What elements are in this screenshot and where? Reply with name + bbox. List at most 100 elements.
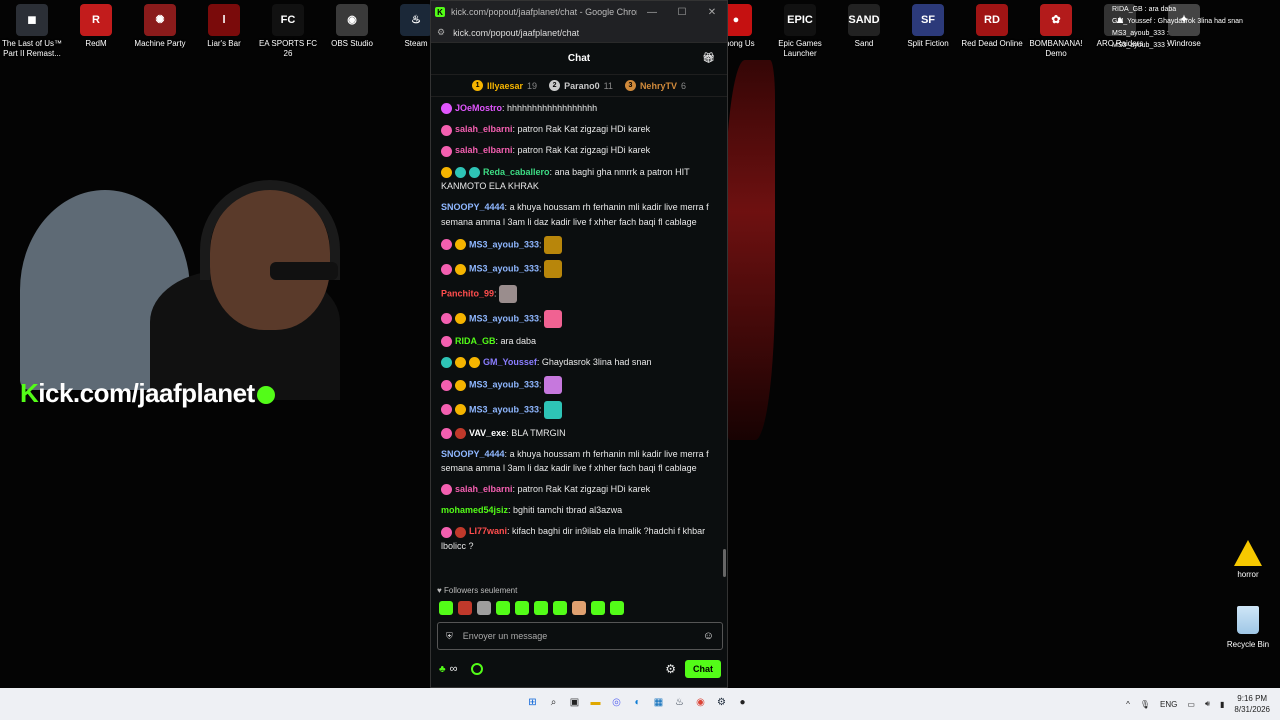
desktop-icon[interactable]: RD Red Dead Online (960, 4, 1024, 49)
user-badge-icon[interactable] (455, 313, 466, 325)
send-chat-button[interactable]: Chat (685, 660, 721, 678)
chevron-up-icon[interactable]: ^ (1126, 700, 1130, 709)
emote-icon[interactable] (544, 235, 563, 254)
volume-icon[interactable]: 🔊︎ (1205, 699, 1210, 709)
chrome-icon[interactable]: ◉ (692, 694, 709, 711)
chat-username[interactable]: Reda_caballero (483, 167, 550, 177)
chat-username[interactable]: MS3_ayoub_333 (469, 264, 539, 274)
quick-emote-icon[interactable] (496, 601, 510, 615)
user-badge-icon[interactable] (441, 239, 452, 251)
quick-emote-icon[interactable] (477, 601, 491, 615)
user-badge-icon[interactable] (441, 336, 452, 348)
user-badge-icon[interactable] (441, 357, 452, 369)
chat-input[interactable]: ⛨ Envoyer un message ☺ (437, 622, 723, 650)
chat-username[interactable]: GM_Youssef (483, 357, 537, 367)
user-badge-icon[interactable] (469, 357, 480, 369)
discord-icon[interactable]: ◎ (608, 694, 625, 711)
address-bar[interactable]: ⚙ kick.com/popout/jaafplanet/chat (431, 23, 727, 43)
chat-username[interactable]: salah_elbarni (455, 145, 513, 155)
chat-username[interactable]: JOeMostro (455, 103, 502, 113)
store-icon[interactable]: ▦ (650, 694, 667, 711)
user-badge-icon[interactable] (455, 404, 466, 416)
steam-taskbar-icon[interactable]: ⚙ (713, 694, 730, 711)
user-badge-icon[interactable] (441, 313, 452, 325)
site-info-icon[interactable]: ⚙ (437, 27, 445, 38)
rewards-icon[interactable] (471, 663, 484, 675)
minimize-button[interactable]: — (637, 7, 667, 18)
emote-icon[interactable] (499, 284, 518, 303)
user-badge-icon[interactable] (455, 526, 466, 538)
close-button[interactable]: ✕ (697, 7, 727, 18)
user-badge-icon[interactable] (441, 103, 452, 115)
kick-points-icon[interactable]: ♣ (439, 664, 446, 675)
user-badge-icon[interactable] (455, 166, 466, 178)
quick-emote-icon[interactable] (572, 601, 586, 615)
user-badge-icon[interactable] (441, 124, 452, 136)
user-badge-icon[interactable] (441, 166, 452, 178)
chat-username[interactable]: MS3_ayoub_333 (469, 404, 539, 414)
chat-username[interactable]: VAV_exe (469, 428, 506, 438)
desktop-icon-horror[interactable]: horror (1226, 540, 1270, 579)
quick-emote-icon[interactable] (458, 601, 472, 615)
chat-username[interactable]: Panchito_99 (441, 288, 494, 298)
battery-icon[interactable]: ▮ (1220, 700, 1224, 709)
desktop-icon-recycle-bin[interactable]: Recycle Bin (1222, 606, 1274, 649)
user-badge-icon[interactable] (455, 357, 466, 369)
user-badge-icon[interactable] (469, 166, 480, 178)
maximize-button[interactable]: ☐ (667, 7, 697, 18)
user-badge-icon[interactable] (441, 404, 452, 416)
desktop-icon[interactable]: EPIC Epic Games Launcher (768, 4, 832, 59)
user-badge-icon[interactable] (441, 145, 452, 157)
chat-scrollbar[interactable] (723, 549, 726, 577)
quick-emote-icon[interactable] (591, 601, 605, 615)
chat-username[interactable]: LI77wani (469, 526, 507, 536)
user-badge-icon[interactable] (441, 484, 452, 496)
user-badge-icon[interactable] (441, 263, 452, 275)
chat-username[interactable]: MS3_ayoub_333 (469, 239, 539, 249)
desktop-icon[interactable]: R RedM (64, 4, 128, 49)
desktop-icon[interactable]: ✿ BOMBANANA! Demo (1024, 4, 1088, 59)
leaderboard-entry[interactable]: 2 Parano0 11 (549, 80, 613, 91)
user-badge-icon[interactable] (441, 379, 452, 391)
user-badge-icon[interactable] (441, 526, 452, 538)
chat-username[interactable]: MS3_ayoub_333 (469, 380, 539, 390)
quick-emote-icon[interactable] (439, 601, 453, 615)
emoji-picker-icon[interactable]: ☺ (703, 630, 714, 642)
desktop-icon[interactable]: ◼ The Last of Us™ Part II Remast... (0, 4, 64, 59)
network-icon[interactable]: ▭ (1187, 700, 1195, 709)
emote-icon[interactable] (544, 260, 563, 279)
task-view-icon[interactable]: ▣ (566, 694, 583, 711)
clock[interactable]: 9:16 PM 8/31/2026 (1234, 693, 1270, 715)
title-bar[interactable]: K kick.com/popout/jaafplanet/chat - Goog… (431, 1, 727, 23)
emote-icon[interactable] (544, 400, 563, 419)
desktop-icon[interactable]: l Liar's Bar (192, 4, 256, 49)
chat-username[interactable]: MS3_ayoub_333 (469, 313, 539, 323)
user-badge-icon[interactable] (441, 427, 452, 439)
gift-icon[interactable]: 🎁︎ (702, 53, 715, 64)
chat-username[interactable]: SNOOPY_4444 (441, 449, 505, 459)
user-badge-icon[interactable] (455, 239, 466, 251)
quick-emote-icon[interactable] (610, 601, 624, 615)
language-indicator[interactable]: ENG (1160, 700, 1177, 709)
emote-icon[interactable] (544, 376, 563, 395)
desktop-icon[interactable]: ✺ Machine Party (128, 4, 192, 49)
search-icon[interactable]: ⌕ (545, 694, 562, 711)
windows-start-icon[interactable]: ⊞ (524, 694, 541, 711)
file-explorer-icon[interactable]: ▬ (587, 694, 604, 711)
emote-icon[interactable] (544, 309, 563, 328)
chat-username[interactable]: SNOOPY_4444 (441, 202, 505, 212)
chat-username[interactable]: RIDA_GB (455, 336, 496, 346)
leaderboard-entry[interactable]: 1 Illyaesar 19 (472, 80, 537, 91)
quick-emote-icon[interactable] (534, 601, 548, 615)
obs-icon[interactable]: ● (734, 694, 751, 711)
desktop-icon[interactable]: ◉ OBS Studio (320, 4, 384, 49)
edge-icon[interactable]: ◐ (629, 694, 646, 711)
user-badge-icon[interactable] (455, 263, 466, 275)
settings-gear-icon[interactable]: ⚙ (665, 662, 676, 676)
microphone-icon[interactable]: 🎙︎ (1140, 700, 1150, 709)
quick-emote-icon[interactable] (553, 601, 567, 615)
desktop-icon[interactable]: SF Split Fiction (896, 4, 960, 49)
chat-username[interactable]: salah_elbarni (455, 124, 513, 134)
desktop-icon[interactable]: SAND Sand (832, 4, 896, 49)
user-badge-icon[interactable] (455, 427, 466, 439)
